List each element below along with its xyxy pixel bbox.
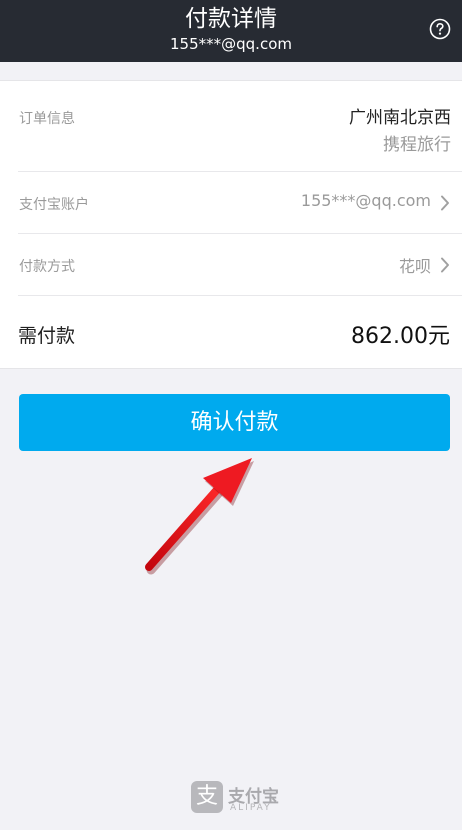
chevron-right-icon [441,195,449,211]
alipay-logo-icon: 支 [191,781,223,813]
amount-due-value: 862.00元 [351,324,450,349]
alipay-account-row[interactable]: 支付宝账户 155***@qq.com [0,172,462,233]
payment-method-label: 付款方式 [19,259,75,275]
alipay-brand-sub: ALIPAY [230,803,272,813]
alipay-logo: 支 支付宝 ALIPAY [191,781,287,817]
order-platform: 携程旅行 [383,135,451,155]
help-icon[interactable] [429,18,451,40]
payment-details-card: 订单信息 广州南北京西 携程旅行 支付宝账户 155***@qq.com 付款方… [0,80,462,369]
order-info-row: 订单信息 广州南北京西 携程旅行 [0,81,462,171]
arrow-shape [145,458,254,575]
alipay-logo-glyph: 支 [195,784,218,809]
alipay-account-value: 155***@qq.com [300,191,431,210]
top-bar: 付款详情 155***@qq.com [0,0,462,62]
order-info-label: 订单信息 [19,111,75,127]
amount-due-label: 需付款 [18,325,76,347]
page-title: 付款详情 [185,6,277,32]
order-merchant: 广州南北京西 [349,108,451,128]
account-subtitle: 155***@qq.com [170,35,292,53]
payment-method-value: 花呗 [398,257,431,276]
chevron-right-icon [441,257,449,273]
payment-method-row[interactable]: 付款方式 花呗 [0,234,462,295]
amount-due-row: 需付款 862.00元 [0,296,462,369]
alipay-account-label: 支付宝账户 [19,197,89,213]
confirm-payment-button[interactable]: 确认付款 [19,394,450,451]
